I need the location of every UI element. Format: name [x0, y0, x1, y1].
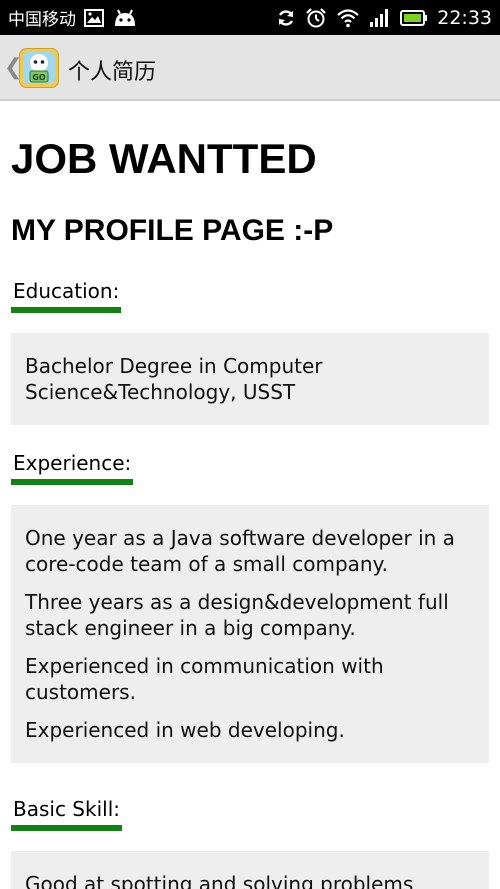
experience-heading: Experience: [11, 451, 134, 485]
experience-item: Three years as a design&development full… [25, 590, 449, 640]
action-bar: ❮ GO 个人简历 [0, 35, 500, 101]
basic-skill-box: Good at spotting and solving problems [11, 851, 489, 889]
experience-box: One year as a Java software developer in… [11, 505, 489, 763]
alarm-icon [305, 7, 327, 29]
basic-skill-item: Good at spotting and solving problems [25, 872, 414, 889]
sync-icon [276, 8, 296, 28]
image-icon [84, 8, 104, 27]
experience-item: Experienced in web developing. [25, 718, 345, 742]
signal-icon [369, 8, 391, 28]
page-subtitle: MY PROFILE PAGE :-P [11, 214, 334, 247]
carrier-label: 中国移动 [8, 10, 76, 30]
web-content: JOB WANTTED MY PROFILE PAGE :-P Educatio… [0, 101, 500, 889]
app-title: 个人简历 [68, 60, 157, 85]
experience-item: Experienced in communication with custom… [25, 654, 384, 704]
education-box: Bachelor Degree in Computer Science&Tech… [11, 333, 489, 425]
app-icon-label: GO [32, 73, 46, 82]
android-icon [112, 9, 138, 27]
wifi-icon [336, 8, 360, 28]
basic-skill-heading: Basic Skill: [11, 797, 122, 831]
education-heading: Education: [11, 279, 122, 313]
status-bar: 中国移动 22:33 [0, 0, 500, 35]
clock: 22:33 [437, 6, 492, 29]
education-item: Bachelor Degree in Computer Science&Tech… [25, 354, 323, 404]
experience-item: One year as a Java software developer in… [25, 526, 455, 576]
app-icon[interactable]: GO [19, 48, 59, 88]
battery-icon [400, 9, 428, 27]
page-title: JOB WANTTED [11, 135, 317, 182]
